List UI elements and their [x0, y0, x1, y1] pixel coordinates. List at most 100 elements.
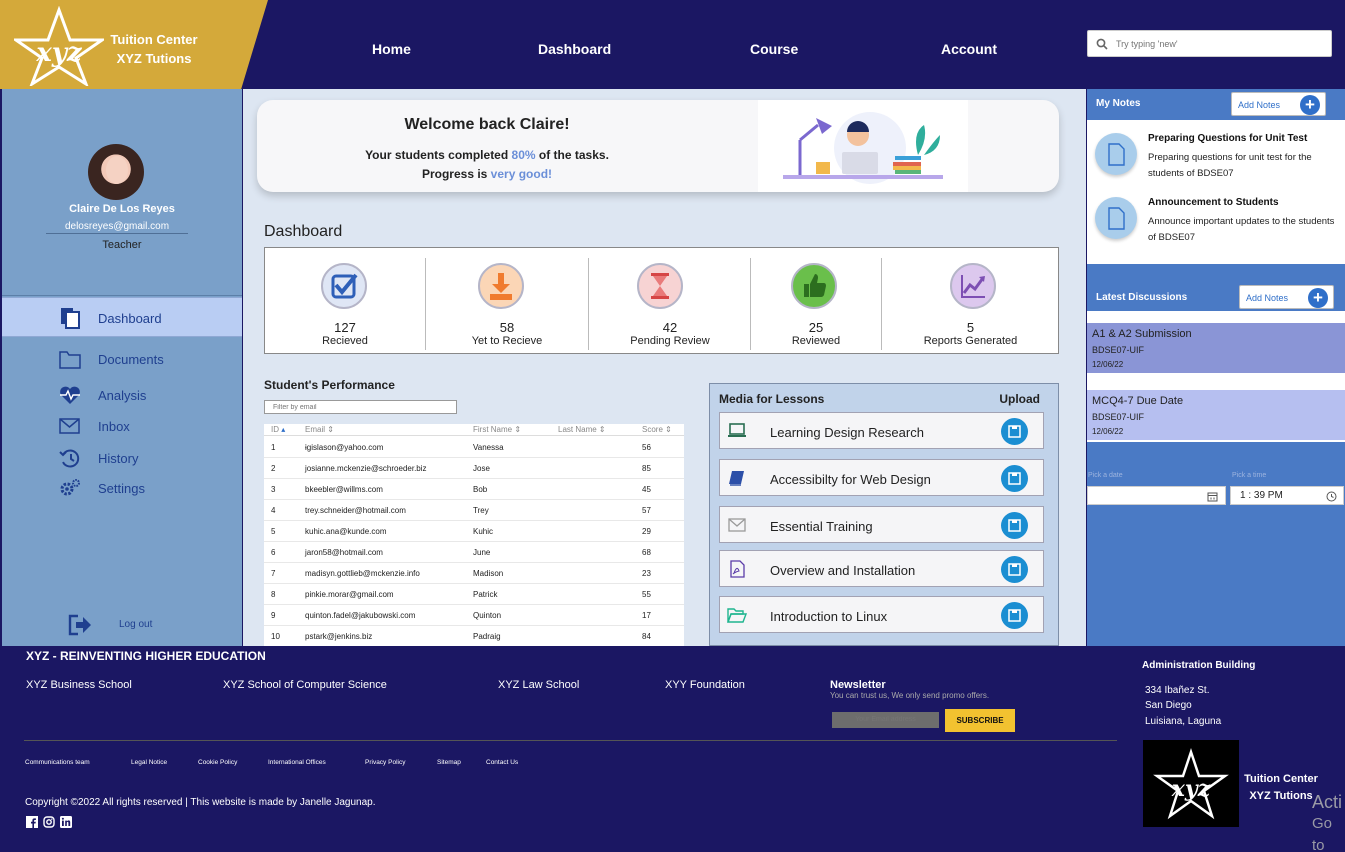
media-item[interactable]: Introduction to Linux — [719, 596, 1044, 633]
nav-dashboard[interactable]: Dashboard — [538, 41, 611, 57]
table-row[interactable]: 4 trey.schneider@hotmail.com Trey 57 — [264, 500, 684, 521]
cell-first-name: Patrick — [473, 590, 498, 599]
stats-panel: 127 Recieved 58 Yet to Recieve 42 Pendin… — [264, 247, 1059, 354]
table-row[interactable]: 8 pinkie.morar@gmail.com Patrick 55 — [264, 584, 684, 605]
cell-first-name: Quinton — [473, 611, 502, 620]
sidebar-item-label: Settings — [98, 481, 145, 496]
table-row[interactable]: 1 ɨgislason@yahoo.com Vanessa 56 — [264, 437, 684, 458]
media-item[interactable]: Overview and Installation — [719, 550, 1044, 587]
table-row[interactable]: 2 josianne.mckenzie@schroeder.biz Jose 85 — [264, 458, 684, 479]
footer-link-contact-us[interactable]: Contact Us — [486, 759, 518, 766]
stat-value: 42 — [662, 320, 678, 335]
newsletter-title: Newsletter — [830, 679, 886, 691]
column-header-email[interactable]: Email ⇕ — [305, 425, 334, 434]
table-row[interactable]: 6 jaron58@hotmail.com June 68 — [264, 542, 684, 563]
cell-id: 2 — [271, 464, 276, 473]
discussion-item[interactable]: A1 & A2 Submission BDSE07-UIF 12/06/22 — [1087, 323, 1345, 373]
cell-email: jaron58@hotmail.com — [305, 548, 383, 557]
stat-yet-to-receive: 58 Yet to Recieve — [425, 248, 589, 354]
footer-link-international-offices[interactable]: International Offices — [268, 759, 326, 766]
add-discussion-button[interactable]: Add Notes + — [1239, 285, 1334, 309]
media-item[interactable]: Essential Training — [719, 506, 1044, 543]
heart-pulse-icon — [60, 386, 80, 404]
nav-home[interactable]: Home — [372, 41, 411, 57]
add-notes-button[interactable]: Add Notes + — [1231, 92, 1326, 116]
search-input[interactable] — [1116, 35, 1326, 53]
footer-link-business-school[interactable]: XYZ Business School — [26, 679, 132, 691]
table-row[interactable]: 7 madisyn.gottlieb@mckenzie.info Madison 23 — [264, 563, 684, 584]
main-content: Welcome back Claire! Your students compl… — [243, 89, 1086, 646]
footer-link-privacy-policy[interactable]: Privacy Policy — [365, 759, 405, 766]
upload-button[interactable] — [1001, 556, 1028, 583]
filter-email-input[interactable] — [264, 400, 457, 414]
footer-link-sitemap[interactable]: Sitemap — [437, 759, 461, 766]
facebook-icon[interactable] — [26, 816, 38, 828]
date-picker-input[interactable] — [1087, 486, 1226, 505]
plus-icon: + — [1300, 95, 1320, 115]
time-value: 1 : 39 PM — [1240, 490, 1283, 501]
discussion-title: MCQ4-7 Due Date — [1092, 395, 1184, 407]
table-row[interactable]: 9 quinton.fadel@jakubowski.com Quinton 17 — [264, 605, 684, 626]
media-item[interactable]: Learning Design Research — [719, 412, 1044, 449]
stat-reports-generated: 5 Reports Generated — [881, 248, 1060, 354]
note-title: Announcement to Students — [1148, 197, 1279, 208]
column-header-id[interactable]: ID ▴ — [271, 425, 285, 434]
column-header-score[interactable]: Score ⇕ — [642, 425, 672, 434]
add-notes-label: Add Notes — [1238, 100, 1281, 110]
cell-email: pinkie.morar@gmail.com — [305, 590, 394, 599]
column-header-first-name[interactable]: First Name ⇕ — [473, 425, 521, 434]
newsletter-email-input[interactable] — [832, 712, 939, 728]
sort-icon: ⇕ — [325, 425, 334, 434]
stat-label: Pending Review — [630, 335, 710, 347]
footer-link-foundation[interactable]: XYY Foundation — [665, 679, 745, 691]
note-item[interactable]: Preparing Questions for Unit Test Prepar… — [1087, 123, 1345, 185]
column-header-last-name[interactable]: Last Name ⇕ — [558, 425, 606, 434]
stat-label: Reviewed — [791, 335, 841, 347]
clock-icon — [1326, 491, 1337, 502]
media-item[interactable]: Accessibilty for Web Design — [719, 459, 1044, 496]
media-upload-label: Upload — [999, 392, 1040, 406]
stat-value: 25 — [808, 320, 824, 335]
divider — [24, 740, 1117, 741]
upload-button[interactable] — [1001, 418, 1028, 445]
discussion-item[interactable]: MCQ4-7 Due Date BDSE07-UIF 12/06/22 — [1087, 390, 1345, 440]
upload-button[interactable] — [1001, 602, 1028, 629]
footer-link-computer-science[interactable]: XYZ School of Computer Science — [223, 679, 387, 691]
footer-link-communications[interactable]: Communications team — [25, 759, 90, 766]
footer-logo: xyz — [1143, 740, 1239, 827]
discussions-header: Latest Discussions Add Notes + — [1087, 282, 1345, 312]
search-box[interactable] — [1087, 30, 1332, 57]
sort-icon: ⇕ — [596, 425, 606, 434]
table-row[interactable]: 5 kuhic.ana@kunde.com Kuhic 29 — [264, 521, 684, 542]
nav-account[interactable]: Account — [941, 41, 997, 57]
nav-course[interactable]: Course — [750, 41, 798, 57]
table-row[interactable]: 10 pstark@jenkins.biz Padraig 84 — [264, 626, 684, 646]
media-item-label: Introduction to Linux — [770, 609, 888, 624]
cell-first-name: June — [473, 548, 491, 557]
footer-link-law-school[interactable]: XYZ Law School — [498, 679, 579, 691]
folder-open-icon — [727, 608, 747, 623]
time-picker-input[interactable]: 1 : 39 PM — [1230, 486, 1344, 505]
upload-button[interactable] — [1001, 465, 1028, 492]
cell-first-name: Vanessa — [473, 443, 504, 452]
cell-id: 4 — [271, 506, 276, 515]
instagram-icon[interactable] — [43, 816, 55, 828]
stat-pending-review: 42 Pending Review — [589, 248, 751, 354]
table-row[interactable]: 3 bkeebler@willms.com Bob 45 — [264, 479, 684, 500]
book-icon — [729, 471, 744, 486]
cell-first-name: Trey — [473, 506, 489, 515]
save-icon — [1008, 425, 1021, 438]
linkedin-icon[interactable] — [60, 816, 72, 828]
discussion-code: BDSE07-UIF — [1092, 412, 1145, 422]
footer-heading: XYZ - REINVENTING HIGHER EDUCATION — [26, 649, 266, 663]
note-item[interactable]: Announcement to Students Announce import… — [1087, 187, 1345, 249]
footer-link-cookie-policy[interactable]: Cookie Policy — [198, 759, 237, 766]
upload-button[interactable] — [1001, 512, 1028, 539]
logout-button[interactable]: Log out — [68, 614, 188, 638]
sidebar-item-documents[interactable]: Documents — [2, 339, 242, 379]
sidebar-item-dashboard[interactable]: Dashboard — [2, 297, 242, 337]
cell-id: 6 — [271, 548, 276, 557]
sidebar-item-settings[interactable]: Settings — [2, 468, 242, 508]
subscribe-button[interactable]: SUBSCRIBE — [945, 709, 1015, 732]
footer-link-legal-notice[interactable]: Legal Notice — [131, 759, 167, 766]
